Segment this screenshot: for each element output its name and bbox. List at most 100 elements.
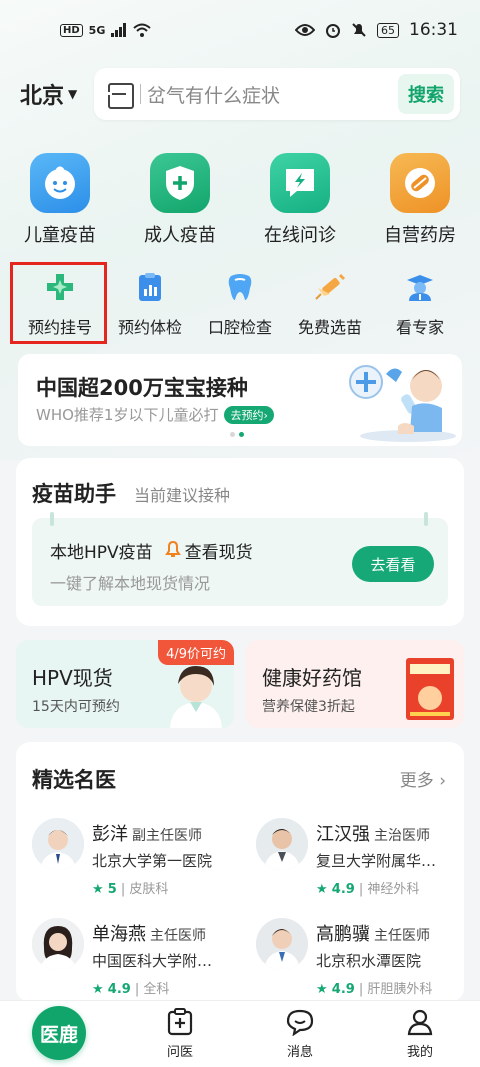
service-online-consult[interactable]: 在线问诊	[240, 150, 360, 247]
search-divider	[140, 84, 141, 104]
main-services: 儿童疫苗 成人疫苗 在线问诊 自营药房	[0, 150, 480, 250]
doctor-cap-icon	[372, 270, 468, 304]
vaccine-assistant-subtitle: 当前建议接种	[134, 486, 231, 505]
doctor-hospital: 复旦大学附属华…	[316, 852, 437, 870]
search-bar[interactable]: 岔气有什么症状 搜索	[94, 68, 460, 120]
tab-profile[interactable]: 我的	[380, 1007, 460, 1060]
battery-icon: 65	[377, 22, 399, 38]
hpv-promo-subtitle: 15天内可预约	[32, 699, 120, 715]
service-adult-vaccine[interactable]: 成人疫苗	[120, 150, 240, 247]
service-dental[interactable]: 口腔检查	[192, 266, 288, 338]
city-label: 北京	[20, 84, 65, 109]
home-tab-button[interactable]: 医鹿	[32, 1006, 86, 1060]
doctor-department: 神经外科	[367, 882, 420, 897]
tab-consult[interactable]: 问医	[140, 1007, 220, 1060]
signal-icon	[111, 23, 127, 37]
chat-bubble-icon	[260, 1007, 340, 1037]
service-label: 成人疫苗	[144, 225, 216, 246]
featured-doctors-title: 精选名医	[32, 768, 116, 792]
service-label: 看专家	[395, 318, 444, 337]
doctor-item[interactable]: 江汉强 主治医师 复旦大学附属华… ★ 4.9 | 神经外科	[256, 818, 466, 898]
doctor-name: 高鹏骥	[316, 924, 370, 945]
doctor-meta: ★ 4.9 | 全科	[92, 978, 169, 997]
banner-subtitle-row: WHO推荐1岁以下儿童必打 去预约›	[36, 404, 274, 425]
more-doctors-link[interactable]: 更多 ›	[400, 766, 446, 791]
banner-book-button[interactable]: 去预约›	[224, 405, 274, 424]
service-label: 口腔检查	[207, 318, 272, 337]
check-stock-link[interactable]: 查看现货	[185, 538, 253, 563]
doctor-rating: 4.9	[107, 982, 131, 997]
service-checkup[interactable]: 预约体检	[102, 266, 198, 338]
doctor-item[interactable]: 高鹏骥 主任医师 北京积水潭医院 ★ 4.9 | 肝胆胰外科	[256, 918, 466, 998]
scan-icon[interactable]	[106, 83, 134, 109]
doctor-name: 单海燕	[92, 924, 146, 945]
doctor-name: 彭洋	[92, 824, 128, 845]
clipboard-chart-icon	[102, 270, 198, 304]
doctor-item[interactable]: 彭洋 副主任医师 北京大学第一医院 ★ 5 | 皮肤科	[32, 818, 242, 898]
doctor-name-row: 高鹏骥 主任医师	[316, 920, 430, 946]
featured-doctors-card: 精选名医 更多 › 彭洋 副主任医师 北京大学第一医院 ★ 5 | 皮肤科 江汉强主…	[16, 742, 464, 1002]
hpv-promo-card[interactable]: HPV现货 15天内可预约 4/9价可约	[16, 640, 234, 728]
drug-promo-card[interactable]: 健康好药馆 营养保健3折起	[246, 640, 464, 728]
more-label: 更多	[399, 771, 434, 791]
chevron-right-icon: ›	[439, 771, 446, 791]
tooth-icon	[192, 270, 288, 304]
star-icon: ★	[316, 982, 328, 997]
baby-face-icon	[30, 153, 90, 213]
product-box-illustration	[406, 658, 454, 720]
promo-banner[interactable]: 中国超200万宝宝接种 WHO推荐1岁以下儿童必打 去预约›	[18, 354, 462, 446]
network-label: 5G	[88, 23, 106, 37]
doctor-title: 主治医师	[374, 828, 430, 844]
person-icon	[380, 1007, 460, 1037]
doctor-item[interactable]: 单海燕 主任医师 中国医科大学附… ★ 4.9 | 全科	[32, 918, 242, 998]
hpv-stock-desc: 一键了解本地现货情况	[50, 574, 211, 593]
vaccine-assistant-card: 疫苗助手 当前建议接种 本地HPV疫苗 查看现货 一键了解本地现货情况 去看看	[16, 458, 464, 626]
status-bar: HD 5G 65 16:31	[0, 0, 480, 60]
drug-promo-title: 健康好药馆	[262, 666, 362, 690]
mute-bell-icon	[352, 23, 366, 37]
doctor-hospital: 北京大学第一医院	[92, 852, 213, 870]
tab-messages[interactable]: 消息	[260, 1007, 340, 1060]
status-right: 65 16:31	[295, 20, 458, 40]
tab-label: 消息	[286, 1045, 313, 1060]
chat-lightning-icon	[270, 153, 330, 213]
search-input[interactable]: 岔气有什么症状	[147, 81, 398, 108]
medical-clipboard-icon	[140, 1007, 220, 1037]
hpv-stock-panel[interactable]: 本地HPV疫苗 查看现货 一键了解本地现货情况 去看看	[32, 512, 448, 606]
doctor-hospital: 北京积水潭医院	[316, 952, 422, 970]
service-label: 自营药房	[384, 225, 456, 246]
go-see-button[interactable]: 去看看	[352, 546, 434, 582]
search-button[interactable]: 搜索	[398, 74, 454, 114]
service-label: 预约体检	[117, 318, 182, 337]
city-selector[interactable]: 北京 ▼	[20, 78, 77, 110]
highlight-box	[10, 262, 107, 344]
hpv-stock-title: 本地HPV疫苗	[50, 543, 153, 563]
syringe-icon	[282, 270, 378, 304]
doctor-title: 主任医师	[374, 928, 430, 944]
service-label: 在线问诊	[264, 225, 336, 246]
panel-marker	[50, 512, 54, 526]
star-icon: ★	[316, 882, 328, 897]
service-vaccine-select[interactable]: 免费选苗	[282, 266, 378, 338]
service-expert[interactable]: 看专家	[372, 266, 468, 338]
doctor-meta: ★ 4.9 | 神经外科	[316, 878, 419, 897]
banner-book-label: 去预约	[230, 408, 264, 422]
vaccine-assistant-title: 疫苗助手	[32, 482, 116, 506]
nurse-illustration	[170, 666, 222, 728]
status-left: HD 5G	[60, 23, 152, 37]
hd-badge: HD	[60, 23, 83, 37]
doctor-rating: 5	[107, 882, 117, 897]
doctor-rating: 4.9	[331, 882, 355, 897]
banner-pagination	[230, 432, 244, 437]
doctor-name-row: 单海燕 主任医师	[92, 920, 206, 946]
caret-down-icon: ▼	[68, 87, 78, 101]
pill-icon	[390, 153, 450, 213]
pagination-dot-active	[239, 432, 244, 437]
banner-subtitle: WHO推荐1岁以下儿童必打	[36, 406, 219, 424]
service-pharmacy[interactable]: 自营药房	[360, 150, 480, 247]
doctor-department: 皮肤科	[129, 882, 169, 897]
service-child-vaccine[interactable]: 儿童疫苗	[0, 150, 120, 247]
doctor-rating: 4.9	[331, 982, 355, 997]
bell-icon	[164, 540, 181, 562]
hpv-promo-title: HPV现货	[32, 666, 113, 690]
